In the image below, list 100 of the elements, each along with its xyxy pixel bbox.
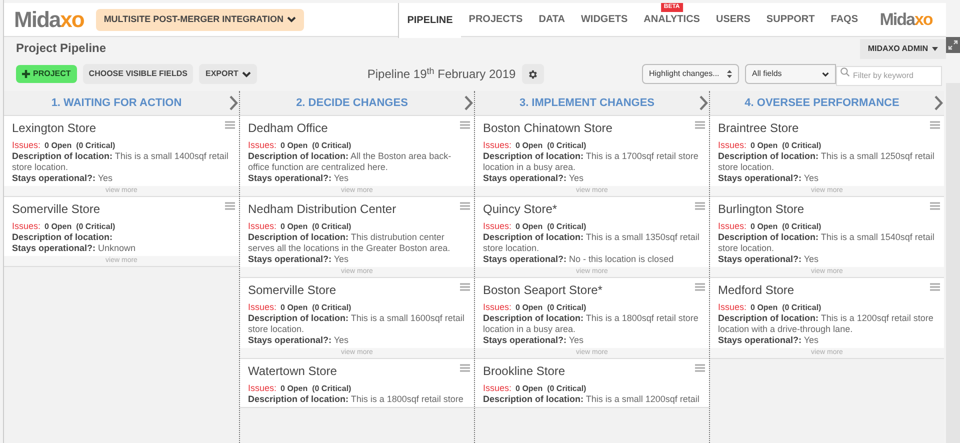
choose-fields-button[interactable]: CHOOSE VISIBLE FIELDS	[82, 64, 194, 84]
menu-icon[interactable]	[460, 283, 470, 291]
card-field: Description of location:	[12, 232, 231, 243]
card-field: Stays operational?: Yes	[248, 335, 466, 346]
user-menu[interactable]: MIDAXO ADMIN	[860, 39, 946, 59]
card-field: Description of location: This is a small 1250sqf retail store location.	[718, 151, 936, 173]
field-dropdown[interactable]: All fields	[745, 64, 836, 84]
card-field: Description of location: This is a 1200sqf retail store location with a drive-through lane.	[718, 313, 936, 335]
card-field: Stays operational?: Yes	[718, 254, 936, 265]
card-field: Stays operational?: Yes	[12, 173, 231, 184]
midaxo-logo: Midaxo	[14, 6, 84, 34]
highlight-dropdown[interactable]: Highlight changes...	[642, 64, 739, 84]
add-project-button[interactable]: PROJECT	[16, 65, 77, 83]
card-field: Description of location: This is a small 1600sqf retail store location.	[248, 313, 466, 335]
card-title: Braintree Store	[718, 121, 799, 136]
column-title: 4. OVERSEE PERFORMANCE	[744, 96, 900, 111]
issues-label: Issues:	[12, 140, 41, 151]
card-field: Stays operational?: Yes	[248, 173, 466, 184]
nav-tab[interactable]: DATA	[530, 3, 573, 36]
issues-count: 0 Open (0 Critical)	[44, 140, 116, 151]
menu-icon[interactable]	[930, 121, 940, 129]
pipeline-card[interactable]: Brookline Store Issues: 0 Open (0 Critical) Description of location: This is a small 1200sqf retail	[475, 359, 709, 408]
card-field: Stays operational?: Unknown	[12, 243, 231, 254]
issues-label: Issues:	[483, 140, 512, 151]
issues-label: Issues:	[483, 383, 512, 394]
nav-tab[interactable]: PIPELINE	[398, 3, 461, 38]
card-field: Description of location: This is a small 1540sqf retail store location.	[718, 232, 936, 254]
midaxo-logo: Midaxo	[880, 8, 932, 31]
nav-tab[interactable]: FAQS	[822, 3, 866, 36]
pipeline-date: Pipeline 19$^{th}$ February 2019	[367, 65, 516, 83]
settings-icon	[527, 68, 538, 80]
plus-icon	[22, 70, 30, 78]
issues-count: 0 Open (0 Critical)	[516, 383, 586, 394]
issues-label: Issues:	[483, 302, 512, 313]
card-title: Somerville Store	[248, 283, 336, 298]
card-field: Description of location: This is a 1800sqf retail store location in a busy area.	[483, 313, 701, 335]
issues-label: Issues:	[248, 221, 277, 232]
card-field: Stays operational?: No - this location is closed	[483, 254, 701, 265]
card-title: Somerville Store	[12, 202, 100, 217]
menu-icon[interactable]	[460, 121, 470, 129]
chevron-down-icon	[242, 70, 252, 78]
issues-count: 0 Open (0 Critical)	[516, 302, 586, 313]
nav-tab[interactable]: WIDGETS	[572, 3, 636, 36]
issues-count: 0 Open (0 Critical)	[516, 221, 586, 232]
export-button[interactable]: EXPORT	[199, 64, 258, 84]
card-field: Stays operational?: Yes	[483, 335, 701, 346]
issues-label: Issues:	[483, 221, 512, 232]
issues-label: Issues:	[718, 221, 747, 232]
column-title: 2. DECIDE CHANGES	[295, 96, 409, 111]
chevron-right-icon[interactable]	[229, 95, 238, 111]
card-title: Nedham Distribution Center	[248, 202, 396, 217]
pipeline-card[interactable]: Watertown Store Issues: 0 Open (0 Critical) Description of location: This is a 1800sqf retail store	[240, 359, 474, 408]
menu-icon[interactable]	[460, 364, 470, 372]
settings-button[interactable]	[522, 64, 544, 84]
card-title: Boston Seaport Store*	[483, 283, 602, 298]
card-title: Boston Chinatown Store	[483, 121, 612, 136]
nav-tab[interactable]: SUPPORT	[758, 3, 823, 36]
chevron-right-icon[interactable]	[699, 95, 708, 111]
menu-icon[interactable]	[225, 121, 235, 129]
page-title: Project Pipeline	[16, 40, 108, 57]
card-title: Watertown Store	[248, 364, 337, 379]
chevron-right-icon[interactable]	[464, 95, 473, 111]
card-field: Description of location: This distrubution center serves all the locations in the Greater Boston area.	[248, 232, 466, 254]
card-title: Brookline Store	[483, 364, 566, 379]
menu-icon[interactable]	[930, 283, 940, 291]
chevron-down-icon	[287, 16, 296, 23]
issues-count: 0 Open (0 Critical)	[750, 221, 822, 232]
card-title: Medford Store	[718, 283, 794, 298]
column-title: 3. IMPLEMENT CHANGES	[518, 96, 656, 111]
search-icon	[840, 67, 850, 77]
chevron-right-icon[interactable]	[934, 95, 943, 111]
menu-icon[interactable]	[695, 121, 705, 129]
card-field: Description of location: This is a 1800sqf retail store	[248, 394, 466, 405]
menu-icon[interactable]	[695, 364, 705, 372]
caret-icon	[932, 47, 938, 51]
card-field: Stays operational?: Yes	[718, 173, 936, 184]
nav-tab[interactable]: USERS	[708, 3, 758, 36]
menu-icon[interactable]	[930, 202, 940, 210]
menu-icon[interactable]	[695, 202, 705, 210]
card-field: Description of location: This is a small 1400sqf retail store location.	[12, 151, 231, 173]
issues-count: 0 Open (0 Critical)	[516, 140, 586, 151]
search-field[interactable]: Filter by keyword	[836, 66, 942, 86]
menu-icon[interactable]	[460, 202, 470, 210]
issues-label: Issues:	[718, 140, 747, 151]
fullscreen-button[interactable]	[946, 37, 960, 53]
card-field: Stays operational?: Yes	[483, 173, 701, 184]
issues-count: 0 Open (0 Critical)	[280, 221, 352, 232]
issues-count: 0 Open (0 Critical)	[750, 302, 822, 313]
nav-tab[interactable]: PROJECTS	[460, 3, 531, 36]
issues-label: Issues:	[248, 383, 277, 394]
menu-icon[interactable]	[225, 202, 235, 210]
menu-icon[interactable]	[695, 283, 705, 291]
issues-label: Issues:	[248, 140, 277, 151]
project-selector[interactable]: MULTISITE POST-MERGER INTEGRATION	[96, 8, 304, 30]
card-field: Description of location: All the Boston area back-office function are centralized here.	[248, 151, 466, 173]
chevron-down-icon	[822, 70, 829, 78]
card-field: Stays operational?: Yes	[718, 335, 936, 346]
card-title: Quincy Store*	[483, 202, 558, 217]
card-field: Stays operational?: Yes	[248, 254, 466, 265]
issues-count: 0 Open (0 Critical)	[280, 302, 352, 313]
